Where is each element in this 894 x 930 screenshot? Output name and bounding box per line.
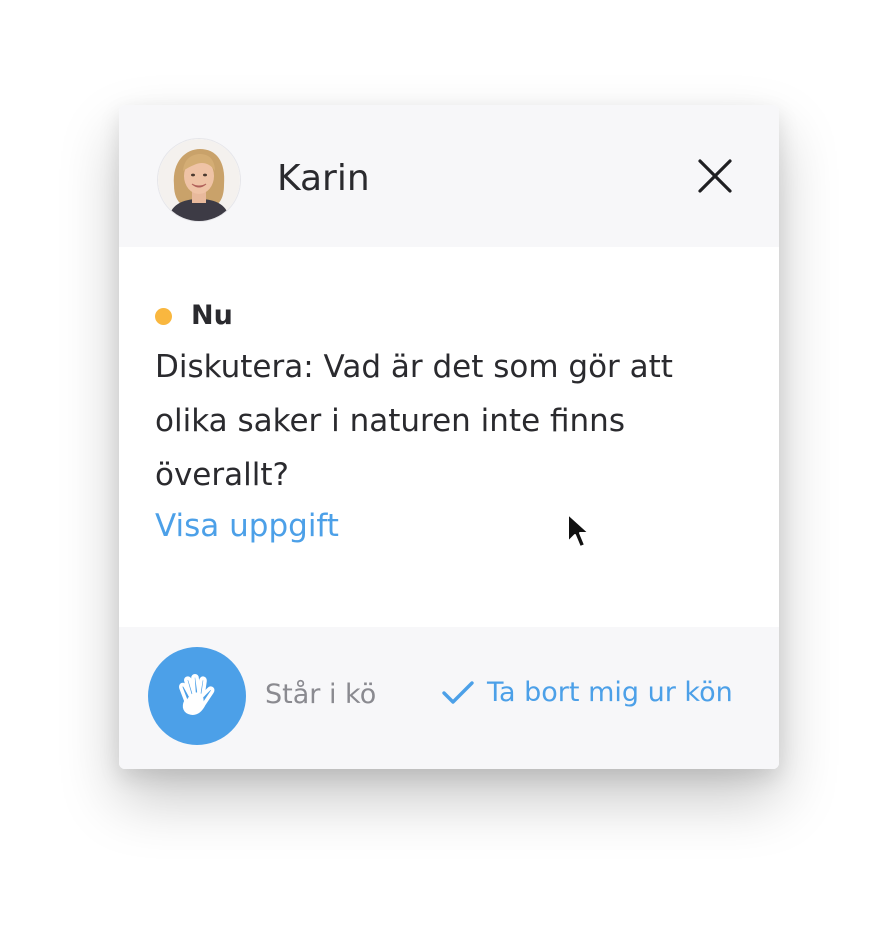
task-message: Diskutera: Vad är det som gör att olika … <box>155 349 673 493</box>
mouse-cursor-icon <box>567 513 590 548</box>
raise-hand-icon <box>179 673 215 715</box>
check-icon <box>441 680 475 706</box>
queue-status-label: Står i kö <box>265 679 377 710</box>
status-label: Nu <box>191 300 233 331</box>
avatar <box>158 139 240 221</box>
leave-queue-button[interactable]: Ta bort mig ur kön <box>441 673 733 713</box>
user-photo-icon <box>158 139 240 221</box>
raise-hand-button[interactable] <box>148 647 246 745</box>
status-dot <box>155 307 172 325</box>
popup-body: Nu Diskutera: Vad är det som gör att oli… <box>119 247 779 627</box>
show-task-link[interactable]: Visa uppgift <box>155 504 339 548</box>
leave-queue-label: Ta bort mig ur kön <box>487 677 733 708</box>
queue-popup-card: Karin Nu Diskutera: Vad är det som gör a… <box>119 105 779 769</box>
popup-header: Karin <box>119 105 779 247</box>
close-button[interactable] <box>665 133 765 219</box>
close-icon <box>698 159 732 193</box>
status-indicator: Nu <box>155 299 233 333</box>
user-name: Karin <box>277 158 370 199</box>
popup-footer: Står i kö Ta bort mig ur kön <box>119 627 779 769</box>
